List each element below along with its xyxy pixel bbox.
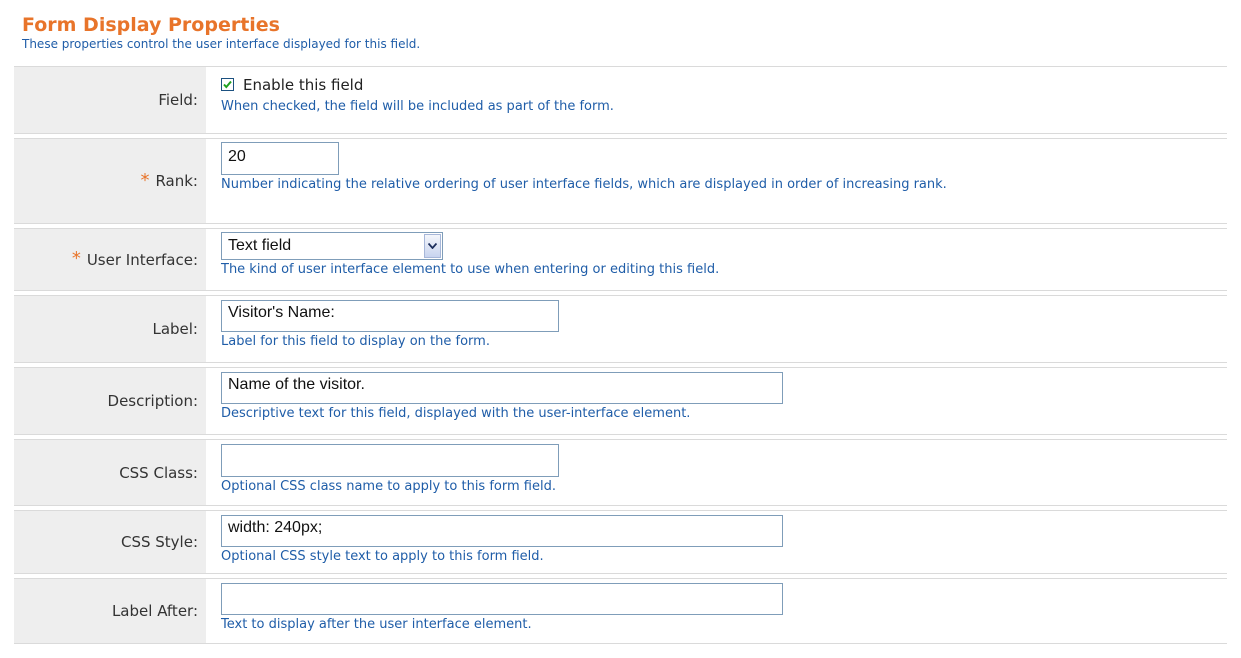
row-label-after: Label After: Text to display after the u…: [14, 578, 1227, 644]
row-user-interface: * User Interface: Text field The kind of…: [14, 228, 1227, 291]
description-label: Description:: [107, 392, 198, 410]
css-class-help: Optional CSS class name to apply to this…: [221, 479, 556, 494]
user-interface-label-cell: * User Interface:: [14, 229, 206, 290]
css-class-label: CSS Class:: [119, 463, 198, 482]
field-help: When checked, the field will be included…: [221, 99, 614, 114]
user-interface-help: The kind of user interface element to us…: [221, 262, 720, 277]
checkmark-icon: [223, 80, 232, 89]
properties-form: Field: Enable this field When checked, t…: [14, 66, 1227, 648]
rank-label-cell: * Rank:: [14, 139, 206, 223]
row-rank: * Rank: 20 Number indicating the relativ…: [14, 138, 1227, 224]
field-label: Field:: [158, 91, 198, 109]
description-input[interactable]: Name of the visitor.: [221, 372, 783, 404]
row-css-class: CSS Class: Optional CSS class name to ap…: [14, 439, 1227, 506]
enable-field-control[interactable]: Enable this field: [221, 73, 1227, 97]
section-header: Form Display Properties These properties…: [22, 14, 420, 52]
label-label-cell: Label:: [14, 296, 206, 362]
label-input[interactable]: Visitor's Name:: [221, 300, 559, 332]
label-value-cell: Visitor's Name: Label for this field to …: [206, 296, 1227, 362]
rank-value-cell: 20 Number indicating the relative orderi…: [206, 139, 1227, 223]
label-after-input[interactable]: [221, 583, 783, 615]
css-style-value-cell: width: 240px; Optional CSS style text to…: [206, 511, 1227, 573]
form-display-properties-panel: Form Display Properties These properties…: [0, 0, 1241, 658]
user-interface-value-cell: Text field The kind of user interface el…: [206, 229, 1227, 290]
field-label-cell: Field:: [14, 67, 206, 133]
user-interface-label: User Interface:: [86, 250, 198, 269]
css-style-label: CSS Style:: [120, 533, 198, 551]
label-after-label: Label After:: [111, 602, 198, 620]
user-interface-required-marker: *: [71, 248, 81, 269]
description-label-cell: Description:: [14, 368, 206, 434]
css-class-input[interactable]: [221, 444, 559, 477]
section-subtitle: These properties control the user interf…: [22, 37, 421, 51]
css-style-help: Optional CSS style text to apply to this…: [221, 549, 544, 564]
enable-field-label[interactable]: Enable this field: [243, 76, 363, 94]
css-class-label-cell: CSS Class:: [14, 440, 206, 505]
label-after-help: Text to display after the user interface…: [221, 617, 532, 632]
rank-label: Rank:: [155, 172, 198, 190]
rank-input[interactable]: 20: [221, 142, 339, 175]
css-style-label-cell: CSS Style:: [14, 511, 206, 573]
label-help: Label for this field to display on the f…: [221, 334, 490, 349]
enable-field-checkbox[interactable]: [221, 77, 234, 91]
chevron-down-icon[interactable]: [424, 234, 441, 258]
rank-help: Number indicating the relative ordering …: [221, 177, 947, 192]
row-field: Field: Enable this field When checked, t…: [14, 66, 1227, 134]
description-value-cell: Name of the visitor. Descriptive text fo…: [206, 368, 1227, 434]
row-description: Description: Name of the visitor. Descri…: [14, 367, 1227, 435]
label-after-label-cell: Label After:: [14, 579, 206, 643]
row-label: Label: Visitor's Name: Label for this fi…: [14, 295, 1227, 363]
field-value-cell: Enable this field When checked, the fiel…: [206, 67, 1227, 133]
css-class-value-cell: Optional CSS class name to apply to this…: [206, 440, 1227, 505]
description-help: Descriptive text for this field, display…: [221, 406, 691, 421]
user-interface-selected: Text field: [228, 237, 292, 254]
section-title: Form Display Properties: [22, 14, 280, 36]
row-css-style: CSS Style: width: 240px; Optional CSS st…: [14, 510, 1227, 574]
user-interface-select[interactable]: Text field: [221, 232, 443, 260]
label-label: Label:: [152, 320, 198, 338]
css-style-input[interactable]: width: 240px;: [221, 515, 783, 547]
label-after-value-cell: Text to display after the user interface…: [206, 579, 1227, 643]
rank-required-marker: *: [140, 169, 150, 191]
